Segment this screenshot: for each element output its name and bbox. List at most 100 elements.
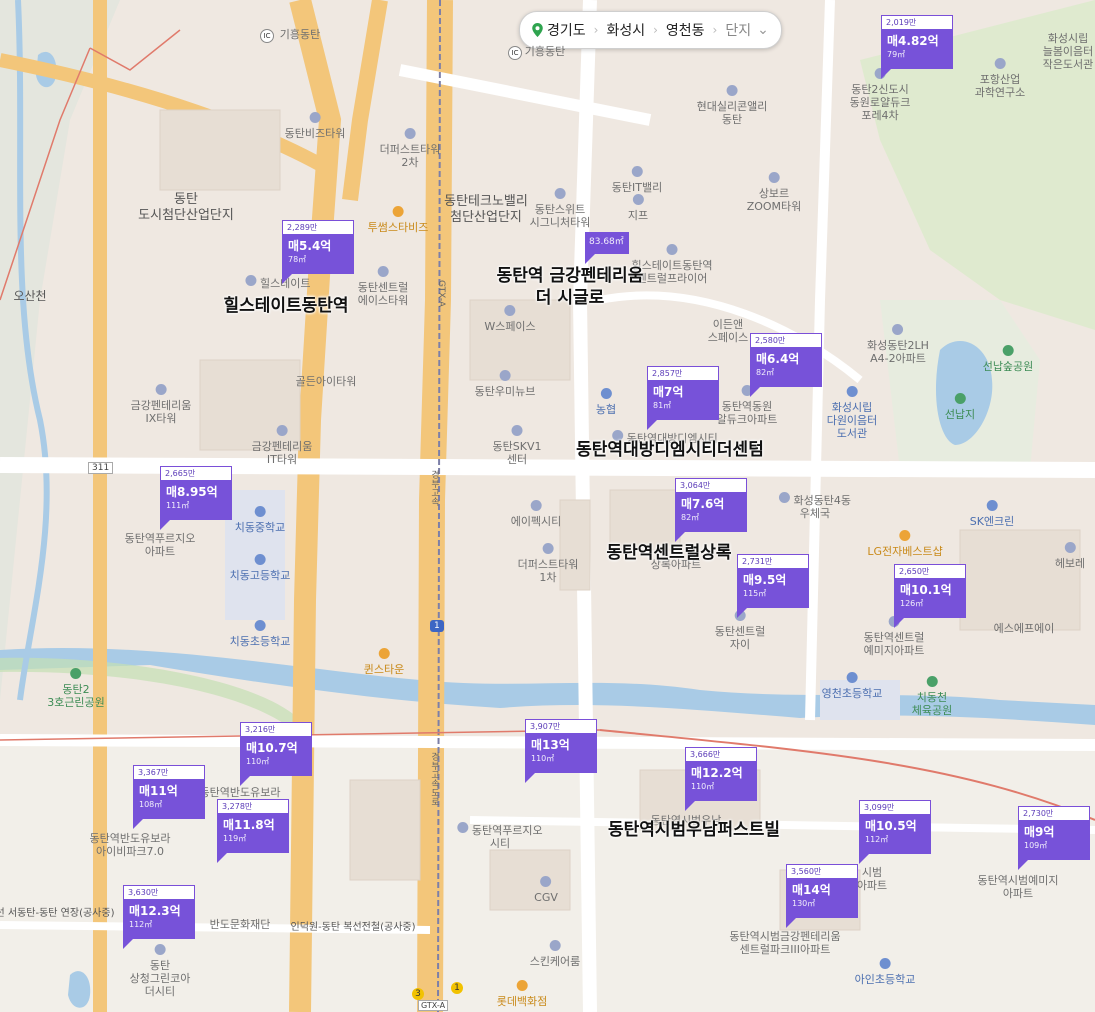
price-marker[interactable]: 3,216만 매10.7억 110㎡ [240,722,312,786]
price-marker[interactable]: 2,019만 매4.82억 79㎡ [881,15,953,79]
marker-price: 매5.4억 [288,239,332,253]
poi[interactable]: 반도문화재단 [210,918,271,931]
poi[interactable]: 화성시립 다원이음터 도서관 [827,386,877,440]
poi[interactable]: 동탄역푸르지오 아파트 [125,532,196,558]
complex-name-label[interactable]: 동탄역센트럴상록 [606,543,731,563]
poi[interactable]: 이든앤 스페이스 [708,318,748,344]
poi[interactable]: 화성시립 늘봄이음터 작은도서관 [1043,32,1094,71]
complex-name-label[interactable]: 더 시글로 [536,288,604,308]
poi[interactable]: 동탄센트럴 에이스타워 [358,266,408,307]
poi-label: 치동고등학교 [229,569,291,582]
marker-pointer-icon [894,618,904,628]
poi[interactable]: 헤보레 [1055,542,1085,570]
price-marker[interactable]: 2,580만 매6.4억 82㎡ [750,333,822,397]
cafe-icon [392,206,404,217]
poi[interactable]: 동탄비즈타워 [285,112,345,140]
poi[interactable]: 동탄2 3호근린공원 [47,668,105,709]
marker-area: 115㎡ [743,589,767,598]
poi[interactable]: 치동중학교 [235,506,285,534]
rail-line-label: GTX-A [436,280,446,308]
poi[interactable]: 지프 [628,194,648,222]
poi[interactable]: 동탄역반도유보라 아이비파크7.0 [90,832,171,858]
poi[interactable]: 에스에프에이 [994,622,1055,635]
poi[interactable]: 동탄역반도유보라 [200,786,281,799]
price-marker[interactable]: 3,099만 매10.5억 112㎡ [859,800,931,864]
complex-name-label[interactable]: 동탄역 금강펜테리움 [497,266,644,286]
poi[interactable]: 포항산업 과학연구소 [975,58,1025,99]
poi[interactable]: 투썸스타비즈 [368,206,428,234]
station-label[interactable]: GTX-A [418,1000,449,1011]
poi[interactable]: 금강펜테리움 IT타워 [252,425,312,466]
poi[interactable]: 현대실리콘앨리 동탄 [697,85,767,126]
price-marker[interactable]: 3,560만 매14억 130㎡ [786,864,858,928]
interchange-icon: IC [260,29,274,43]
poi[interactable]: 동탄우미뉴브 [475,370,535,398]
price-marker[interactable]: 2,730만 매9억 109㎡ [1018,806,1090,870]
poi-label: 시범 [861,866,883,879]
chevron-down-icon[interactable]: ⌄ [757,22,769,38]
interchange-label[interactable]: 기흥동탄 [525,45,565,58]
poi[interactable]: 농협 [596,388,616,416]
poi[interactable]: 에이펙시티 [511,500,561,528]
poi[interactable]: 동탄 상청그린코아 더시티 [130,944,190,998]
poi[interactable]: W스페이스 [484,305,536,333]
complex-name-label[interactable]: 동탄역대방디엠시티더센텀 [576,440,764,460]
poi[interactable]: CGV [534,876,558,904]
price-marker[interactable]: 3,666만 매12.2억 110㎡ [685,747,757,811]
poi[interactable]: 영천초등학교 [822,672,882,700]
breadcrumb-district[interactable]: 영천동 [666,20,705,40]
poi[interactable]: 골든아이타워 [296,375,357,388]
breadcrumb-province[interactable]: 경기도 [547,20,586,40]
interchange-label[interactable]: 기흥동탄 [280,28,320,41]
price-marker[interactable]: 3,064만 매7.6억 82㎡ [675,478,747,542]
poi-label: 우체국 [799,507,831,520]
poi[interactable]: 화성동탄2LH A4-2아파트 [867,324,929,365]
poi[interactable]: 롯데백화점 [496,980,548,1008]
poi[interactable]: 치동천 체육공원 [912,676,952,717]
poi[interactable]: 동탄역시범금강펜테리움 센트럴파크III아파트 [729,930,840,956]
breadcrumb-level[interactable]: 단지 [725,20,751,40]
price-marker[interactable]: 83.68㎡ [585,232,629,264]
poi[interactable]: 동탄SKV1 센터 [493,425,541,466]
price-marker[interactable]: 2,289만 매5.4억 78㎡ [282,220,354,284]
poi[interactable]: 시범 아파트 [857,866,887,892]
poi[interactable]: 힐스테이트동탄역 센트럴프라이어 [631,244,713,285]
poi[interactable]: SK엔크린 [970,500,1014,528]
poi[interactable]: LG전자베스트샵 [867,530,943,558]
poi[interactable]: 동탄역푸르지오 시티 [457,822,543,850]
price-marker[interactable]: 3,630만 매12.3억 112㎡ [123,885,195,949]
poi[interactable]: 더퍼스트타워 1차 [518,543,578,584]
building-icon [549,940,561,951]
school-icon [846,672,858,683]
poi-label: 화성시립 [831,401,873,414]
poi[interactable]: 아인초등학교 [855,958,915,986]
marker-unit-price: 2,730만 [1018,806,1090,820]
poi[interactable]: 스킨케어룸 [530,940,580,968]
poi[interactable]: 동탄스위트 시그니처타워 [530,188,590,229]
poi[interactable]: 치동고등학교 [229,554,291,582]
poi[interactable]: 치동초등학교 [230,620,290,648]
poi[interactable]: 화성동탄4동 우체국 [778,492,851,520]
poi-label: 롯데백화점 [496,995,548,1008]
poi[interactable]: 동탄역시범예미지 아파트 [978,874,1059,900]
price-marker[interactable]: 2,731만 매9.5억 115㎡ [737,554,809,618]
marker-pointer-icon [282,274,292,284]
breadcrumb-city[interactable]: 화성시 [606,20,645,40]
price-marker[interactable]: 2,857만 매7억 81㎡ [647,366,719,430]
poi[interactable]: 상보르 ZOOM타워 [747,172,801,213]
poi[interactable]: 퀸스타운 [364,648,404,676]
poi-label: 힐스테이트동탄역 [631,259,713,272]
price-marker[interactable]: 3,367만 매11억 108㎡ [133,765,205,829]
price-marker[interactable]: 3,907만 매13억 110㎡ [525,719,597,783]
area-label-line: 첨단산업단지 [450,210,522,225]
poi[interactable]: 동탄IT밸리 [612,166,662,194]
price-marker[interactable]: 3,278만 매11.8억 119㎡ [217,799,289,863]
poi[interactable]: 선납지 [945,393,975,421]
complex-name-label[interactable]: 동탄역시범우남퍼스트빌 [608,820,780,840]
poi[interactable]: 금강펜테리움 IX타워 [131,384,191,425]
price-marker[interactable]: 2,665만 매8.95억 111㎡ [160,466,232,530]
complex-name-label[interactable]: 힐스테이트동탄역 [223,296,348,316]
poi[interactable]: 더퍼스트타워 2차 [380,128,440,169]
price-marker[interactable]: 2,650만 매10.1억 126㎡ [894,564,966,628]
poi[interactable]: 선납숲공원 [983,345,1033,373]
